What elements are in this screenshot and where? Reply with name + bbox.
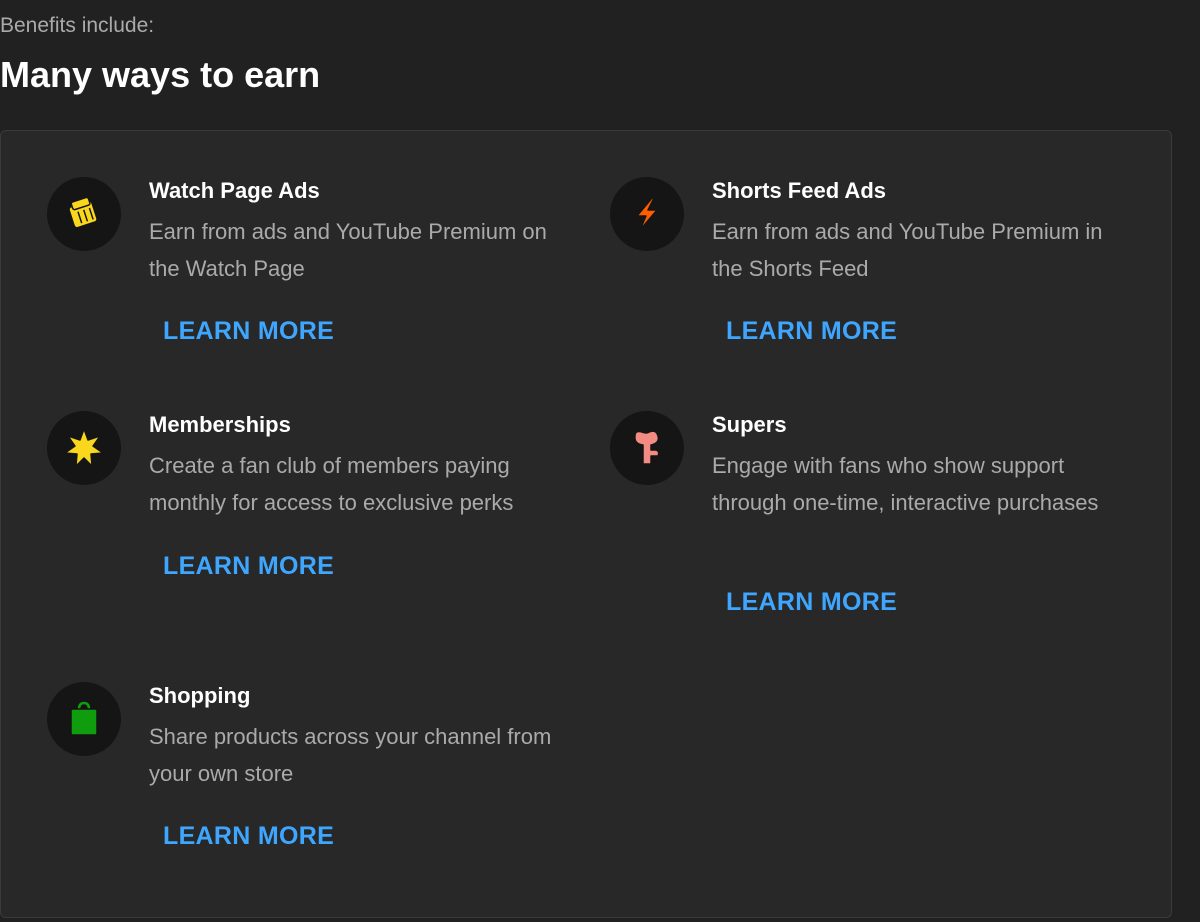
- ticket-icon: [47, 177, 121, 251]
- shopping-bag-icon: [47, 682, 121, 756]
- benefit-title: Shopping: [149, 683, 251, 708]
- learn-more-link[interactable]: LEARN MORE: [726, 317, 897, 346]
- learn-more-link[interactable]: LEARN MORE: [163, 822, 334, 851]
- benefits-card: Watch Page Ads Earn from ads and YouTube…: [0, 130, 1172, 918]
- star-badge-icon: [47, 411, 121, 485]
- lightning-icon: [610, 177, 684, 251]
- benefit-description: Engage with fans who show support throug…: [712, 453, 1099, 515]
- benefit-title: Memberships: [149, 412, 291, 437]
- benefit-title: Shorts Feed Ads: [712, 178, 886, 203]
- benefit-description: Earn from ads and YouTube Premium on the…: [149, 219, 547, 281]
- page-title: Many ways to earn: [0, 54, 321, 95]
- learn-more-link[interactable]: LEARN MORE: [726, 588, 897, 617]
- learn-more-link[interactable]: LEARN MORE: [163, 317, 334, 346]
- benefit-description: Earn from ads and YouTube Premium in the…: [712, 219, 1103, 281]
- heart-gift-icon: [610, 411, 684, 485]
- benefit-title: Watch Page Ads: [149, 178, 320, 203]
- benefit-description: Create a fan club of members paying mont…: [149, 453, 514, 515]
- benefit-description: Share products across your channel from …: [149, 724, 552, 786]
- benefit-title: Supers: [712, 412, 787, 437]
- subtitle: Benefits include:: [0, 14, 155, 37]
- learn-more-link[interactable]: LEARN MORE: [163, 552, 334, 581]
